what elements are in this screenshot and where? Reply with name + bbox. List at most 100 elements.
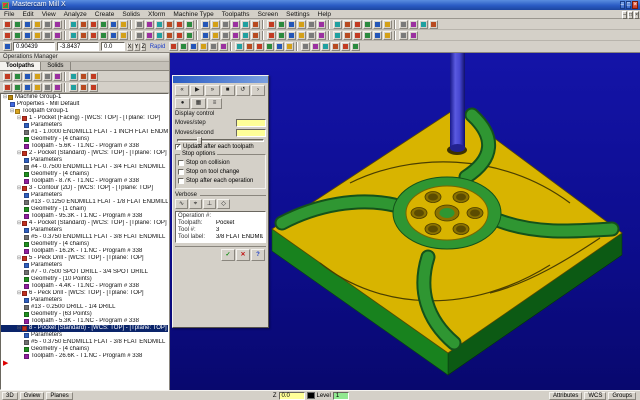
save-geometry-button[interactable]: ▦: [191, 98, 206, 109]
toolbar-icon[interactable]: [22, 30, 32, 40]
toolbar-icon[interactable]: [52, 30, 62, 40]
mdi-minimize-button[interactable]: –: [622, 10, 628, 19]
toolbar-icon[interactable]: [12, 30, 22, 40]
toolbar-icon[interactable]: [42, 71, 52, 81]
toolbar-icon[interactable]: [22, 71, 32, 81]
verbose-label[interactable]: Verbose: [175, 192, 197, 198]
tree-item-param[interactable]: Parameters: [1, 157, 168, 164]
toolbar-icon[interactable]: [254, 42, 264, 51]
checkbox-box[interactable]: [178, 178, 184, 184]
toolbar-icon[interactable]: [200, 30, 210, 40]
toolbar-icon[interactable]: [340, 42, 350, 51]
toolbar-icon[interactable]: [88, 19, 98, 29]
toolbar-icon[interactable]: [342, 30, 352, 40]
toolbar-icon[interactable]: [286, 19, 296, 29]
toolbar-icon[interactable]: [188, 42, 198, 51]
toolbar-icon[interactable]: [244, 42, 254, 51]
z-value-field[interactable]: 0.0: [278, 391, 305, 400]
toolbar-icon[interactable]: [306, 30, 316, 40]
toolbar-icon[interactable]: [320, 42, 330, 51]
tree-item-op[interactable]: ⊟ 5 - Peck Drill - [WCS: TOP] - [Tplane: …: [1, 255, 168, 262]
toolbar-icon[interactable]: [198, 42, 208, 51]
toolbar-icon[interactable]: [266, 30, 276, 40]
tree-item-tool[interactable]: #13 - 0.1250 ENDMILL1 FLAT - 1/8 FLAT EN…: [1, 199, 168, 206]
toolbar-icon[interactable]: [200, 19, 210, 29]
toolbar-icon[interactable]: [52, 19, 62, 29]
toolbar-icon[interactable]: [42, 82, 52, 92]
menu-screen[interactable]: Screen: [254, 11, 283, 18]
toolbar-icon[interactable]: [184, 30, 194, 40]
toolbar-icon[interactable]: [78, 19, 88, 29]
menu-view[interactable]: View: [38, 11, 60, 18]
toolbar-icon[interactable]: [240, 19, 250, 29]
toolbar-icon[interactable]: [68, 71, 78, 81]
tree-item-param[interactable]: Parameters: [1, 262, 168, 269]
toolbar-icon[interactable]: [210, 30, 220, 40]
color-swatch[interactable]: [306, 392, 315, 399]
toolbar-icon[interactable]: [78, 30, 88, 40]
tree-item-op[interactable]: ⊟ 3 - Contour (2D) - [WCS: TOP] - [Tplane…: [1, 185, 168, 192]
toolbar-icon[interactable]: [210, 19, 220, 29]
toolbar-icon[interactable]: [274, 42, 284, 51]
menu-xform[interactable]: Xform: [144, 11, 169, 18]
toolbar-icon[interactable]: [362, 30, 372, 40]
toolbar-icon[interactable]: [174, 30, 184, 40]
toolbar-icon[interactable]: [88, 71, 98, 81]
toolbar-icon[interactable]: [316, 30, 326, 40]
toolbar-icon[interactable]: [372, 19, 382, 29]
backplot-run-button[interactable]: ●: [175, 98, 190, 109]
toolbar-icon[interactable]: [398, 19, 408, 29]
tree-item-tool[interactable]: #1 - 1.0000 ENDMILL1 FLAT - 1 INCH FLAT …: [1, 129, 168, 136]
wcs-button[interactable]: WCS: [584, 391, 607, 400]
menu-settings[interactable]: Settings: [282, 11, 314, 18]
toolbar-icon[interactable]: [184, 19, 194, 29]
toolbar-icon[interactable]: [382, 19, 392, 29]
toolbar-icon[interactable]: [286, 30, 296, 40]
tree-item-param[interactable]: Parameters: [1, 297, 168, 304]
toolbar-icon[interactable]: [32, 19, 42, 29]
cancel-button[interactable]: ✕: [236, 249, 250, 261]
toolbar-icon[interactable]: [296, 19, 306, 29]
toolbar-icon[interactable]: [12, 82, 22, 92]
y-coordinate-field[interactable]: -3.8437: [57, 42, 99, 51]
toolbar-icon[interactable]: [332, 19, 342, 29]
toolbar-icon[interactable]: [234, 42, 244, 51]
toolbar-icon[interactable]: [52, 71, 62, 81]
toolbar-icon[interactable]: [230, 19, 240, 29]
toolbar-icon[interactable]: [362, 19, 372, 29]
toolbar-icon[interactable]: [428, 19, 438, 29]
tree-item-geom[interactable]: Geometry - (4 chains): [1, 136, 168, 143]
axis-z-button[interactable]: Z: [140, 42, 147, 51]
tree-item-geom[interactable]: Geometry - (4 chains): [1, 171, 168, 178]
toolbar-icon[interactable]: [22, 82, 32, 92]
checkbox-box[interactable]: [178, 169, 184, 175]
toolbar-icon[interactable]: [32, 82, 42, 92]
tree-item-geom[interactable]: Geometry - (4 chains): [1, 241, 168, 248]
axis-x-button[interactable]: X: [126, 42, 133, 51]
tree-item-tool[interactable]: #5 - 0.3750 ENDMILL1 FLAT - 3/8 FLAT END…: [1, 339, 168, 346]
toolbar-icon[interactable]: [208, 42, 218, 51]
tree-item-geom[interactable]: Geometry - (4 chains): [1, 346, 168, 353]
tree-item-param[interactable]: Parameters: [1, 332, 168, 339]
backplot-dialog-titlebar[interactable]: [173, 76, 268, 83]
tree-item-tp[interactable]: Toolpath - 26.6K - T1.NC - Program # 338: [1, 353, 168, 360]
toolbar-icon[interactable]: [264, 42, 274, 51]
insert-arrow[interactable]: ▶: [1, 360, 168, 367]
toolbar-icon[interactable]: [2, 30, 12, 40]
tree-item-param[interactable]: Parameters: [1, 227, 168, 234]
toolbar-icon[interactable]: [218, 42, 228, 51]
play-button[interactable]: ▶: [190, 85, 205, 96]
toolbar-icon[interactable]: [98, 19, 108, 29]
stop-on-collision-checkbox[interactable]: Stop on collision: [178, 160, 263, 167]
toolbar-icon[interactable]: [78, 71, 88, 81]
toolbar-icon[interactable]: [32, 30, 42, 40]
toolbar-icon[interactable]: [330, 42, 340, 51]
tree-item-param[interactable]: Parameters: [1, 192, 168, 199]
wireframe-button[interactable]: ◇: [217, 199, 230, 209]
toolbar-icon[interactable]: [230, 30, 240, 40]
toolbar-icon[interactable]: [352, 19, 362, 29]
menu-machine-type[interactable]: Machine Type: [169, 11, 217, 18]
mdi-close-button[interactable]: ×: [634, 10, 639, 19]
toolbar-icon[interactable]: [266, 19, 276, 29]
speed-slider[interactable]: [175, 137, 266, 145]
